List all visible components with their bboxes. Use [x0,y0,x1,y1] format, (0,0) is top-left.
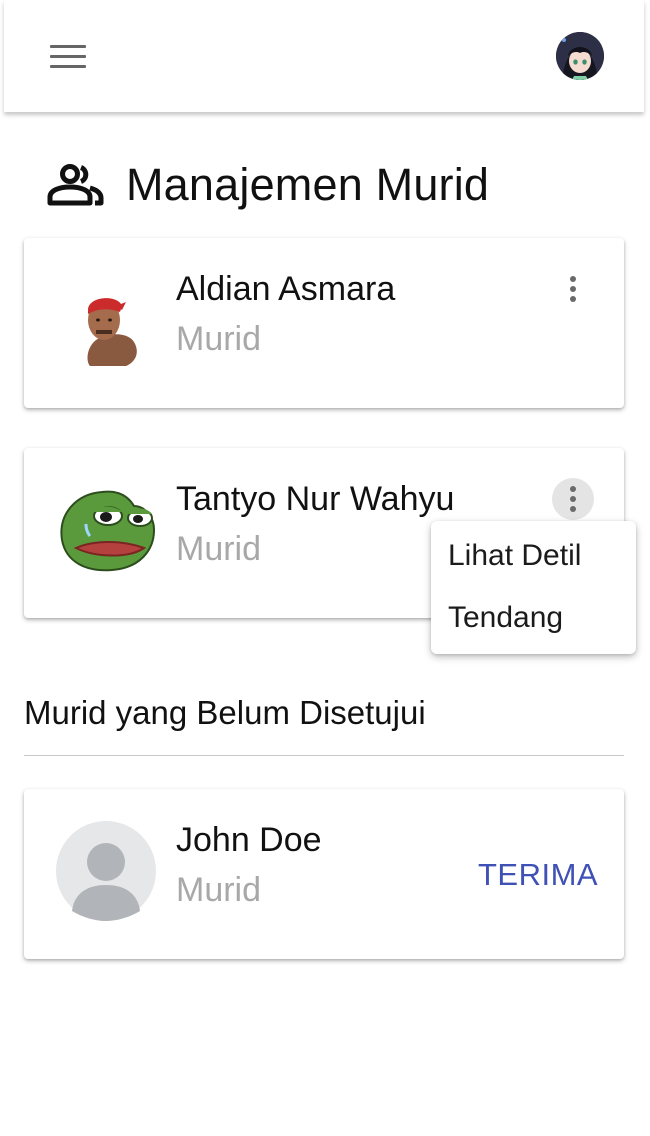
dot [570,506,576,512]
hamburger-line [50,54,86,58]
app-bar [4,0,644,112]
frog-avatar-icon [56,480,156,580]
profile-avatar[interactable] [556,32,604,80]
dot [570,286,576,292]
page-title: Manajemen Murid [126,159,490,210]
accept-button[interactable]: TERIMA [478,857,598,893]
dot [570,276,576,282]
student-name: John Doe [176,821,322,859]
student-name: Aldian Asmara [176,270,396,308]
people-icon [47,164,104,206]
section-title: Murid yang Belum Disetujui [24,694,426,731]
pending-student-card[interactable]: John Doe Murid TERIMA [24,789,624,959]
student-photo-icon [56,270,156,370]
more-vertical-icon[interactable] [552,478,594,520]
hamburger-line [50,64,86,68]
more-vertical-icon[interactable] [552,268,594,310]
menu-item-tendang[interactable]: Tendang [448,601,563,635]
dot [570,486,576,492]
divider [24,755,624,756]
profile-avatar-icon [556,32,604,80]
hamburger-menu-icon[interactable] [48,40,88,72]
context-menu: Lihat Detil Tendang [431,521,636,654]
dot [570,296,576,302]
dot [570,496,576,502]
student-name: Tantyo Nur Wahyu [176,480,455,518]
student-card[interactable]: Aldian Asmara Murid [24,238,624,408]
hamburger-line [50,44,86,48]
student-role: Murid [176,530,262,568]
student-role: Murid [176,871,262,909]
menu-item-lihat-detil[interactable]: Lihat Detil [448,539,581,573]
student-role: Murid [176,320,262,358]
page-header: Manajemen Murid [46,152,489,218]
default-person-avatar-icon [56,821,156,921]
